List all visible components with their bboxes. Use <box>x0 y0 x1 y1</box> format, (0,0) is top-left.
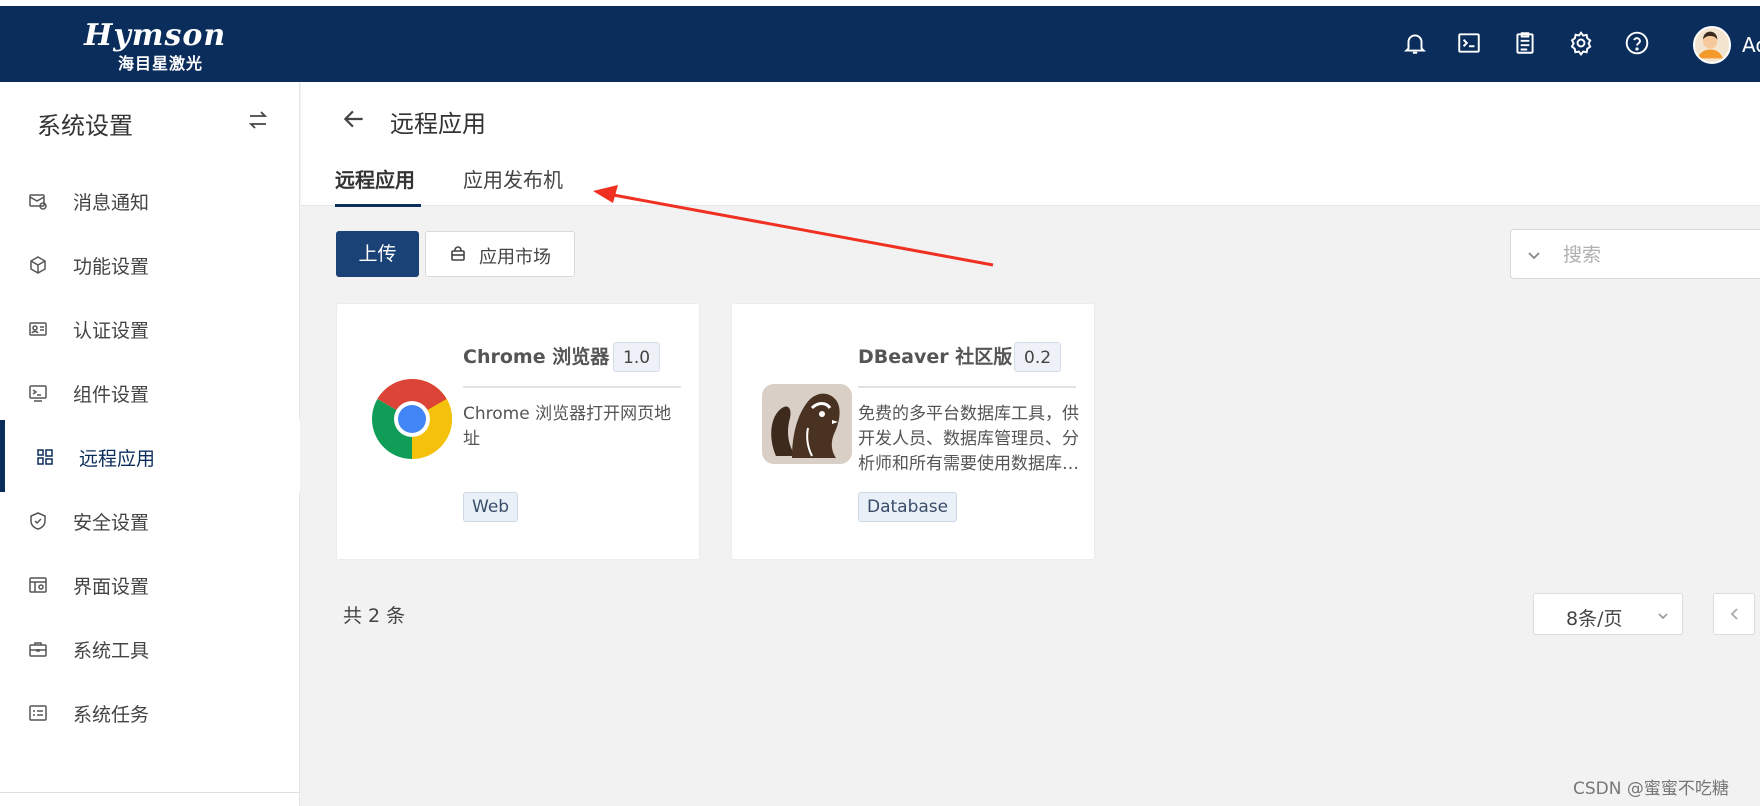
sidebar-item-label: 系统工具 <box>73 640 150 662</box>
sidebar-item-label: 远程应用 <box>79 448 156 470</box>
search-input[interactable] <box>1563 240 1743 270</box>
app-card-dbeaver[interactable]: DBeaver 社区版 0.2 免费的多平台数据库工具，供开发人员、数据库管理员… <box>731 303 1095 560</box>
sidebar-title: 系统设置 <box>37 112 133 140</box>
app-description: Chrome 浏览器打开网页地址 <box>463 404 672 449</box>
sidebar-item-remote-apps[interactable]: 远程应用 <box>0 420 300 492</box>
page-size-label: 8条/页 <box>1566 608 1623 630</box>
sidebar-item-security-settings[interactable]: 安全设置 <box>0 484 300 556</box>
sidebar-divider <box>0 792 300 793</box>
sidebar-item-auth-settings[interactable]: 认证设置 <box>0 292 300 364</box>
sidebar-item-interface-settings[interactable]: 界面设置 <box>0 548 300 620</box>
sidebar-item-label: 系统任务 <box>73 704 150 726</box>
top-navigation-bar: Hymson 海目星激光 <box>0 6 1760 82</box>
app-card-chrome[interactable]: Chrome 浏览器 1.0 Chrome 浏览器打开网页地址 Web <box>336 303 700 560</box>
message-settings-icon <box>28 191 48 211</box>
toolbox-icon <box>28 639 48 659</box>
layout-settings-icon <box>28 575 48 595</box>
sidebar-item-function-settings[interactable]: 功能设置 <box>0 228 300 300</box>
upload-button[interactable]: 上传 <box>336 231 419 277</box>
chevron-down-icon[interactable] <box>1525 246 1543 264</box>
category-tag: Web <box>463 492 519 522</box>
terminal-icon[interactable] <box>1456 30 1482 56</box>
app-market-label: 应用市场 <box>479 247 551 268</box>
search-field[interactable] <box>1510 229 1760 279</box>
version-badge: 0.2 <box>1014 342 1062 372</box>
logo-wordmark: Hymson <box>84 18 227 53</box>
clipboard-icon[interactable] <box>1512 30 1538 56</box>
sidebar-item-label: 安全设置 <box>73 512 150 534</box>
shield-check-icon <box>28 511 48 531</box>
user-avatar[interactable] <box>1693 26 1731 64</box>
shopping-bag-icon <box>450 246 466 262</box>
help-icon[interactable] <box>1624 30 1650 56</box>
sidebar-item-label: 认证设置 <box>73 320 150 342</box>
gear-icon[interactable] <box>1568 30 1594 56</box>
sidebar-item-label: 界面设置 <box>73 576 150 598</box>
active-tab-underline <box>335 204 421 207</box>
swap-arrows-icon[interactable] <box>246 108 270 132</box>
watermark: CSDN @蜜蜜不吃糖 <box>1573 779 1729 799</box>
sidebar-item-system-tasks[interactable]: 系统任务 <box>0 676 300 748</box>
dbeaver-logo-icon <box>762 378 852 464</box>
cube-icon <box>28 255 48 275</box>
sidebar-item-component-settings[interactable]: 组件设置 <box>0 356 300 428</box>
sidebar-item-system-tools[interactable]: 系统工具 <box>0 612 300 684</box>
page-title: 远程应用 <box>390 110 486 138</box>
sidebar-item-message-notifications[interactable]: 消息通知 <box>0 164 300 236</box>
chevron-left-icon <box>1730 608 1738 620</box>
card-divider <box>858 386 1076 388</box>
id-card-icon <box>28 319 48 339</box>
category-tag: Database <box>858 492 958 522</box>
total-count: 共 2 条 <box>343 605 406 627</box>
version-badge: 1.0 <box>613 342 661 372</box>
apps-icon <box>35 447 55 467</box>
username-label[interactable]: Ac <box>1742 33 1760 57</box>
terminal-window-icon <box>28 383 48 403</box>
bell-icon[interactable] <box>1402 30 1428 56</box>
sidebar-item-label: 消息通知 <box>73 192 150 214</box>
logo-subtitle: 海目星激光 <box>118 54 204 73</box>
card-divider <box>463 386 681 388</box>
sidebar-item-label: 功能设置 <box>73 256 150 278</box>
tab-remote-apps[interactable]: 远程应用 <box>335 164 415 193</box>
back-arrow-icon[interactable] <box>341 106 367 132</box>
tab-app-publisher[interactable]: 应用发布机 <box>463 164 563 193</box>
sidebar-item-label: 组件设置 <box>73 384 150 406</box>
app-name: Chrome 浏览器 <box>463 346 610 368</box>
app-name: DBeaver 社区版 <box>858 346 1013 368</box>
prev-page-button[interactable] <box>1713 593 1755 635</box>
app-market-button[interactable]: 应用市场 <box>425 231 575 277</box>
content-header: 远程应用 远程应用 应用发布机 <box>301 82 1760 207</box>
chevron-down-icon <box>1656 608 1670 622</box>
page-size-select[interactable]: 8条/页 <box>1533 593 1683 635</box>
app-description: 免费的多平台数据库工具，供开发人员、数据库管理员、分析师和所有需要使用数据库的人… <box>858 404 1079 474</box>
settings-sidebar: 系统设置 消息通知 功能设置 认证设置 组件设置 远程应用 安全设置 界面设置 … <box>0 82 300 806</box>
active-indicator <box>0 420 5 492</box>
brand-logo[interactable]: Hymson 海目星激光 <box>84 16 227 73</box>
task-list-icon <box>28 703 48 723</box>
chrome-logo-icon <box>371 378 453 460</box>
